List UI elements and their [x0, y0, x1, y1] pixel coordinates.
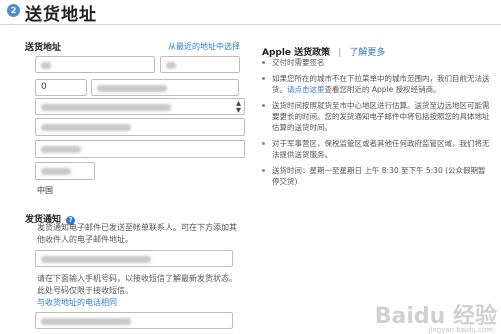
baidu-watermark-url: jingyan.baidu.com [428, 326, 493, 334]
page-title: 送货地址 [25, 5, 97, 25]
region-select[interactable]: ▴ ▾ [35, 98, 245, 115]
policy-item-signature: 交付时需要签名 [262, 57, 492, 68]
click-here-link[interactable]: 请点击这里 [287, 85, 325, 94]
phone-number-input[interactable] [91, 79, 239, 96]
policy-item-city-text-2: 查看您附近的 Apple 授权经销商。 [324, 85, 441, 94]
step-number-badge: 2 [7, 4, 20, 17]
last-name-input[interactable] [160, 56, 240, 73]
notify-phone-input[interactable] [35, 312, 233, 329]
country-label: 中国 [37, 186, 53, 195]
header-divider [0, 24, 501, 25]
pick-recent-address-link[interactable]: 从最近的地址中选择 [168, 41, 240, 52]
first-name-input[interactable] [35, 56, 155, 73]
policy-item-city: 如果您所在的城市不在下拉菜单中的城市范围内，我们目前无法送货。请点击这里查看您附… [262, 73, 492, 95]
address-section-label: 送货地址 [25, 43, 62, 53]
same-phone-link[interactable]: 与收货地址的电话相同 [37, 297, 117, 308]
notify-email-input[interactable] [35, 250, 233, 267]
sms-notify-description: 请在下面输入手机号码，以接收短信了解最新发货状态。此处号码仅限于接收短信。 [37, 274, 237, 295]
area-code-input[interactable]: 0 [35, 79, 87, 96]
select-arrows-icon: ▴ ▾ [235, 98, 241, 115]
postal-code-input[interactable] [35, 162, 95, 180]
policy-item-delivery-estimate: 送货时间按照就货至市中心地区进行估算。送货至边远地区可能需要更长的时间。您的发货… [262, 100, 492, 133]
address-line-1-input[interactable] [35, 118, 245, 136]
email-notify-description: 发货通知电子邮件已发送至帐单联系人。可在下方添加其他收件人的电子邮件地址。 [37, 223, 237, 244]
policy-item-restricted-areas: 对于军事营区，保税监管区或者其他任何政府监管区域，我们将无法提供送货服务。 [262, 138, 492, 160]
policy-item-delivery-hours: 送货时间：星期一至星期日 上午 8:30 至下午 5:30 (公众假期暂停交货) [262, 165, 492, 187]
policy-list: 交付时需要签名 如果您所在的城市不在下拉菜单中的城市范围内，我们目前无法送货。请… [262, 57, 492, 192]
address-line-2-input[interactable] [35, 140, 245, 158]
